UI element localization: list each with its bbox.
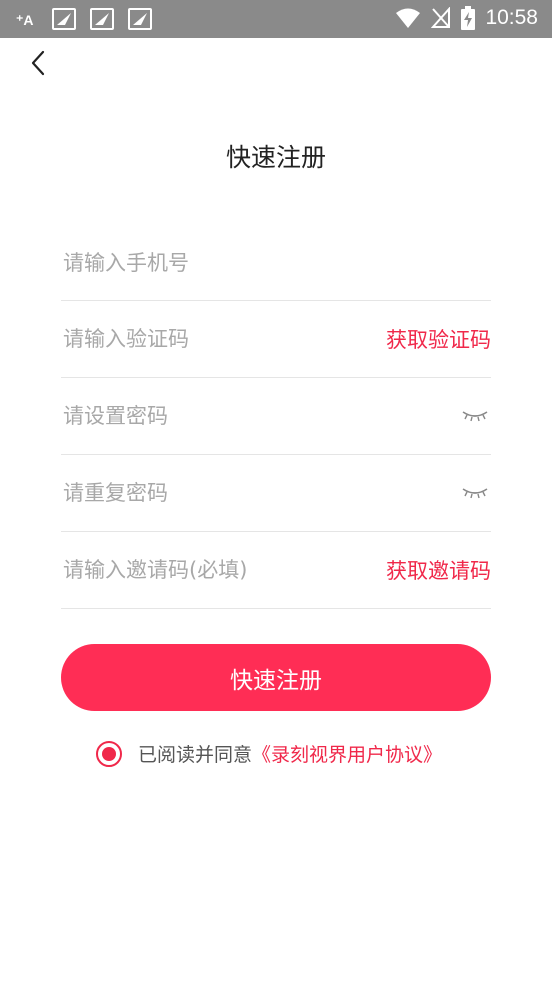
status-bar: ⁺A 10:58 [0,0,552,38]
battery-charging-icon [461,6,476,30]
get-verification-code-button[interactable]: 获取验证码 [386,324,491,354]
repeat-password-row [61,455,491,532]
phone-row [61,225,491,301]
user-agreement-link[interactable]: 《录刻视界用户协议》 [252,740,442,767]
system-status: 10:58 [395,6,538,30]
eye-closed-icon[interactable] [461,486,489,500]
notification-icon [128,8,152,30]
no-signal-icon [431,7,451,28]
agreement-text: 已阅读并同意 [138,744,253,766]
notification-area: ⁺A [16,8,152,30]
repeat-password-input[interactable] [63,473,461,513]
page-title: 快速注册 [225,143,326,172]
invite-code-row: 获取邀请码 [61,532,491,609]
register-button[interactable]: 快速注册 [61,644,491,711]
back-button[interactable] [26,48,54,78]
keyboard-icon: ⁺A [16,12,34,28]
notification-icon [52,8,76,30]
get-invite-code-button[interactable]: 获取邀请码 [386,555,491,585]
notification-icon [90,8,114,30]
invite-code-input[interactable] [63,550,386,590]
verification-code-row: 获取验证码 [61,301,491,378]
verification-code-input[interactable] [63,319,386,359]
password-row [61,378,491,455]
password-input[interactable] [63,396,461,436]
clock: 10:58 [485,6,538,29]
svg-text:⁺A: ⁺A [16,12,34,28]
agreement-radio[interactable] [96,740,122,767]
radio-checked-dot [102,746,116,761]
chevron-left-icon [31,50,45,76]
register-form: 获取验证码 获取邀请码 [61,225,491,609]
phone-input[interactable] [63,242,491,283]
eye-closed-icon[interactable] [461,409,489,423]
wifi-icon [396,8,421,28]
agreement: 已阅读并同意 《录刻视界用户协议》 [96,740,442,767]
